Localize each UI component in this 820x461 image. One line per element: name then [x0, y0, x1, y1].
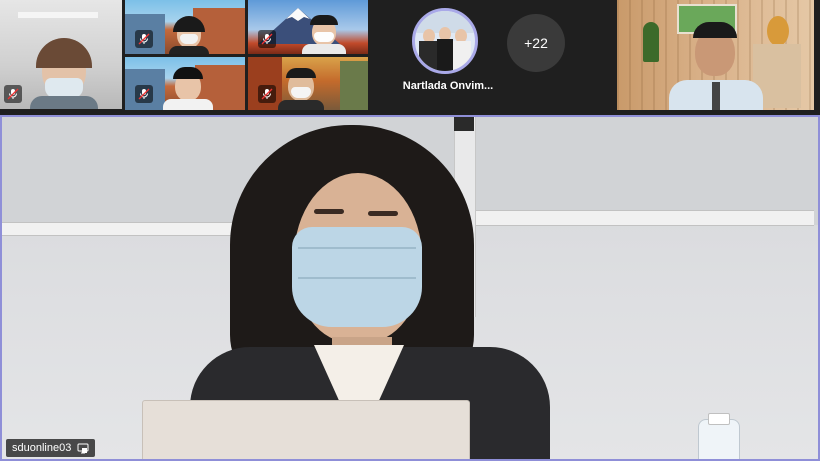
participant-avatar-tile[interactable]: Nartlada Onvim...	[400, 6, 496, 106]
water-bottle	[698, 419, 740, 459]
speaker-name-label: sduonline03	[6, 439, 96, 457]
mic-muted-icon	[258, 85, 276, 103]
more-participants-button[interactable]: +22	[507, 14, 565, 72]
mic-muted-icon	[258, 30, 276, 48]
participant-strip: Nartlada Onvim... +22	[0, 0, 820, 113]
participant-tile-3[interactable]	[248, 0, 368, 54]
participant-tile-4[interactable]	[125, 57, 245, 110]
avatar	[412, 8, 478, 74]
share-screen-icon[interactable]	[77, 442, 89, 454]
participant-tile-6[interactable]	[617, 0, 814, 110]
participant-tile-1[interactable]	[0, 0, 122, 109]
more-participants-count: +22	[524, 35, 548, 51]
participant-tile-2[interactable]	[125, 0, 245, 54]
participant-tile-5[interactable]	[248, 57, 368, 110]
face-mask	[45, 78, 83, 98]
mic-muted-icon	[135, 85, 153, 103]
mic-muted-icon	[4, 85, 22, 103]
participant-name: Nartlada Onvim...	[402, 80, 494, 92]
mic-muted-icon	[135, 30, 153, 48]
laptop	[142, 400, 470, 459]
active-speaker-video[interactable]: sduonline03	[0, 115, 820, 461]
speaker-name: sduonline03	[12, 442, 72, 454]
